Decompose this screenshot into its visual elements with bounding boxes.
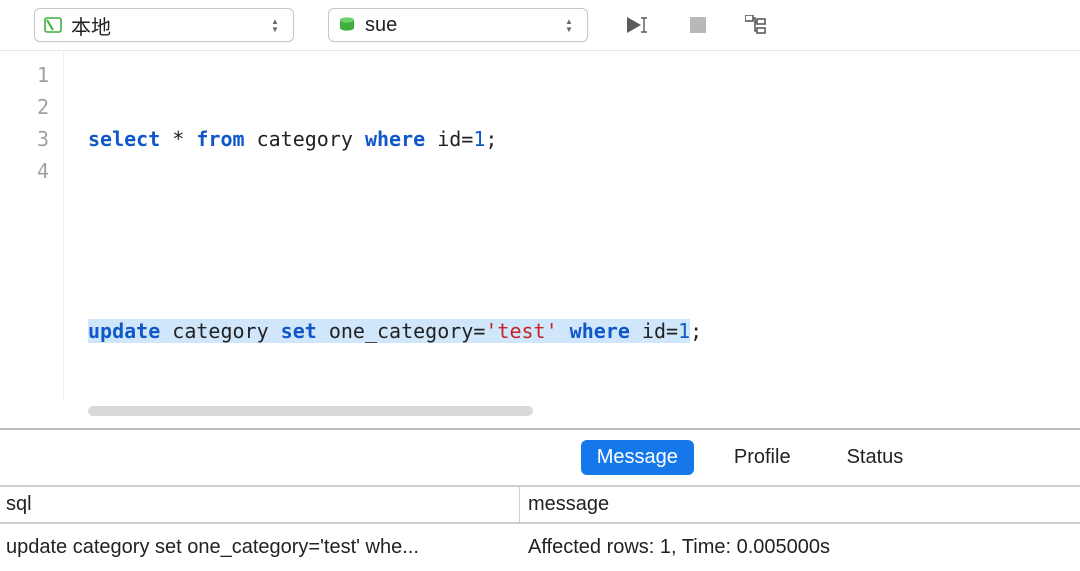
code-line — [88, 219, 1080, 251]
database-icon — [337, 15, 357, 35]
dropdown-chevrons-icon: ▲▼ — [271, 18, 285, 33]
connection-label: 本地 — [71, 11, 263, 40]
results-panel: Message Profile Status sql message updat… — [0, 428, 1080, 571]
toolbar-actions — [626, 13, 770, 37]
scrollbar-thumb[interactable] — [88, 406, 533, 416]
results-data-row[interactable]: update category set one_category='test' … — [0, 524, 1080, 571]
connection-dropdown[interactable]: 本地 ▲▼ — [34, 8, 294, 42]
line-number: 4 — [0, 155, 63, 187]
code-content[interactable]: select * from category where id=1; updat… — [64, 51, 1080, 400]
tab-profile[interactable]: Profile — [718, 440, 807, 475]
results-header-row: sql message — [0, 487, 1080, 524]
connection-icon — [43, 15, 63, 35]
line-number: 3 — [0, 123, 63, 155]
editor-area: 1 2 3 4 select * from category where id=… — [0, 51, 1080, 428]
horizontal-scrollbar[interactable] — [88, 406, 1056, 416]
explain-button[interactable] — [742, 13, 770, 37]
line-number: 1 — [0, 59, 63, 91]
run-button[interactable] — [626, 13, 654, 37]
results-tabs: Message Profile Status — [0, 430, 1080, 487]
column-header-message[interactable]: message — [520, 487, 1080, 522]
cell-sql: update category set one_category='test' … — [0, 524, 520, 571]
toolbar: 本地 ▲▼ sue ▲▼ — [0, 0, 1080, 51]
tab-message[interactable]: Message — [581, 440, 694, 475]
column-header-sql[interactable]: sql — [0, 487, 520, 522]
database-dropdown[interactable]: sue ▲▼ — [328, 8, 588, 42]
code-line: select * from category where id=1; — [88, 123, 1080, 155]
code-editor[interactable]: 1 2 3 4 select * from category where id=… — [0, 51, 1080, 400]
code-line: update category set one_category='test' … — [88, 315, 1080, 347]
tab-status[interactable]: Status — [831, 440, 920, 475]
stop-button[interactable] — [684, 13, 712, 37]
database-label: sue — [365, 14, 557, 37]
line-number: 2 — [0, 91, 63, 123]
line-number-gutter: 1 2 3 4 — [0, 51, 64, 400]
cell-message: Affected rows: 1, Time: 0.005000s — [520, 524, 1080, 571]
dropdown-chevrons-icon: ▲▼ — [565, 18, 579, 33]
